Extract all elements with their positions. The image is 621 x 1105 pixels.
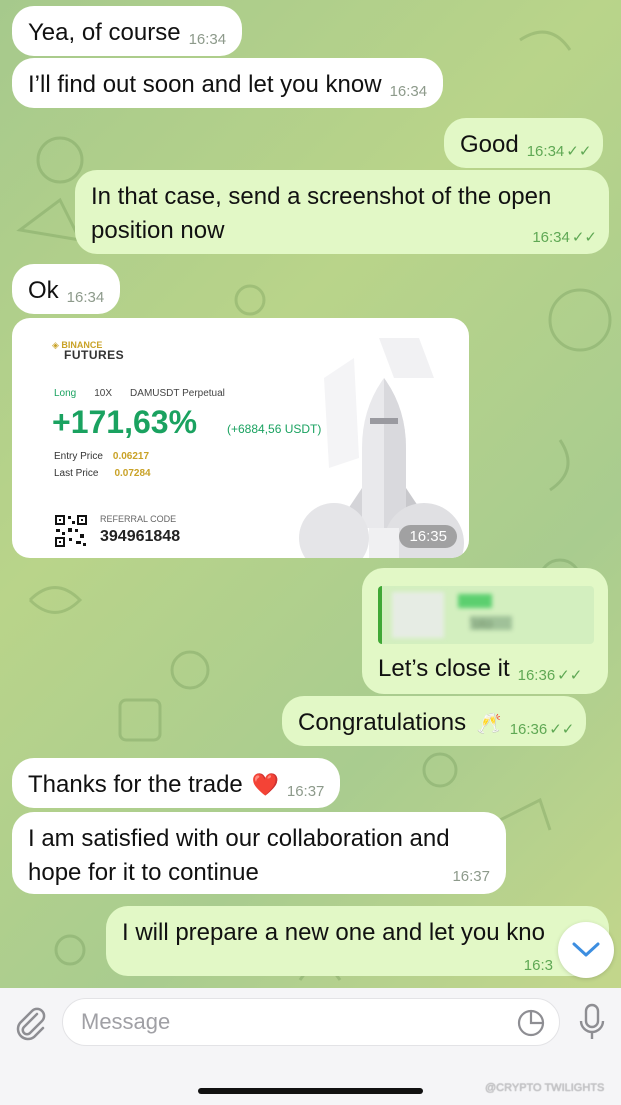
pnl-percent: +171,63% bbox=[52, 404, 198, 440]
referral-code: 394961848 bbox=[100, 528, 181, 545]
message-text: Ok bbox=[28, 277, 59, 304]
read-check-icon: ✓✓ bbox=[549, 721, 575, 738]
position-leverage: 10X bbox=[94, 388, 113, 399]
message-time: 16:37 bbox=[286, 783, 325, 800]
incoming-message: Yea, of course 16:34 bbox=[12, 6, 243, 56]
champagne-emoji-icon: 🥂 bbox=[476, 713, 502, 735]
message-text: Good bbox=[460, 131, 519, 158]
reply-author bbox=[458, 594, 492, 608]
position-side: Long bbox=[54, 388, 77, 399]
message-text: Thanks for the trade bbox=[28, 771, 243, 798]
message-text: Congratulations bbox=[298, 709, 467, 736]
incoming-message: I am satisfied with our collaboration an… bbox=[12, 812, 506, 894]
position-meta: Long 10X DAMUSDT Perpetual bbox=[54, 388, 225, 399]
chevron-down-icon bbox=[572, 942, 600, 957]
qr-code-icon bbox=[54, 514, 88, 548]
sticker-icon[interactable] bbox=[516, 1008, 546, 1038]
heart-emoji-icon: ❤️ bbox=[251, 772, 279, 797]
referral-label: REFERRAL CODE bbox=[100, 514, 177, 524]
attach-paperclip-icon[interactable] bbox=[10, 1002, 50, 1042]
message-text: I will prepare a new one and let you kno bbox=[122, 919, 545, 946]
scroll-to-bottom-button[interactable] bbox=[558, 922, 614, 978]
message-time: 16:36 bbox=[509, 721, 548, 738]
entry-price-value: 0.06217 bbox=[112, 451, 150, 462]
incoming-message: Ok 16:34 bbox=[12, 264, 121, 314]
last-price-row: Last Price 0.07284 bbox=[54, 468, 151, 479]
message-text: Let’s close it bbox=[378, 655, 510, 682]
outgoing-reply-message: ’oto Let’s close it 16:36 ✓✓ bbox=[362, 568, 608, 694]
message-time: 16:34 bbox=[532, 229, 570, 246]
microphone-icon[interactable] bbox=[575, 1002, 609, 1042]
incoming-message: I’ll find out soon and let you know 16:34 bbox=[12, 58, 444, 108]
message-time: 16:34 bbox=[188, 31, 227, 48]
entry-price-row: Entry Price 0.06217 bbox=[54, 451, 150, 462]
futures-label: FUTURES bbox=[64, 348, 125, 362]
message-time: 16:34 bbox=[526, 143, 565, 160]
message-time: 16:34 bbox=[66, 289, 105, 306]
message-text: hope for it to continue bbox=[28, 859, 259, 886]
outgoing-message: Congratulations 🥂 16:36 ✓✓ bbox=[282, 696, 587, 746]
outgoing-message: Good 16:34 ✓✓ bbox=[444, 118, 604, 168]
home-indicator bbox=[198, 1088, 423, 1094]
reply-preview[interactable]: ’oto bbox=[378, 586, 594, 644]
message-text: I’ll find out soon and let you know bbox=[28, 71, 382, 98]
message-time: 16:36 bbox=[517, 667, 556, 684]
message-time: 16:37 bbox=[452, 868, 490, 885]
message-input[interactable]: Message bbox=[62, 998, 560, 1046]
read-check-icon: ✓✓ bbox=[571, 229, 597, 246]
message-text: I am satisfied with our collaboration an… bbox=[28, 825, 450, 852]
outgoing-message: I will prepare a new one and let you kno… bbox=[106, 906, 609, 976]
message-time: 16:3 bbox=[523, 957, 553, 974]
message-text: position now bbox=[91, 217, 225, 244]
watermark: @CRYPTO TWILIGHTS bbox=[485, 1082, 605, 1094]
read-check-icon: ✓✓ bbox=[566, 143, 592, 160]
message-text: Yea, of course bbox=[28, 19, 181, 46]
position-pair: DAMUSDT Perpetual bbox=[130, 388, 225, 399]
read-check-icon: ✓✓ bbox=[557, 667, 583, 684]
reply-snippet: ’oto bbox=[470, 616, 512, 630]
outgoing-message: In that case, send a screenshot of the o… bbox=[75, 170, 609, 254]
reply-thumbnail bbox=[392, 592, 444, 638]
image-time: 16:35 bbox=[399, 525, 457, 548]
last-price-value: 0.07284 bbox=[114, 468, 151, 479]
futures-screenshot-image[interactable]: ◈ BINANCE FUTURES Long 10X DAMUSDT Perpetu… bbox=[12, 318, 469, 558]
message-text: In that case, send a screenshot of the o… bbox=[91, 183, 552, 210]
incoming-message: Thanks for the trade ❤️ 16:37 bbox=[12, 758, 341, 808]
message-time: 16:34 bbox=[389, 83, 428, 100]
